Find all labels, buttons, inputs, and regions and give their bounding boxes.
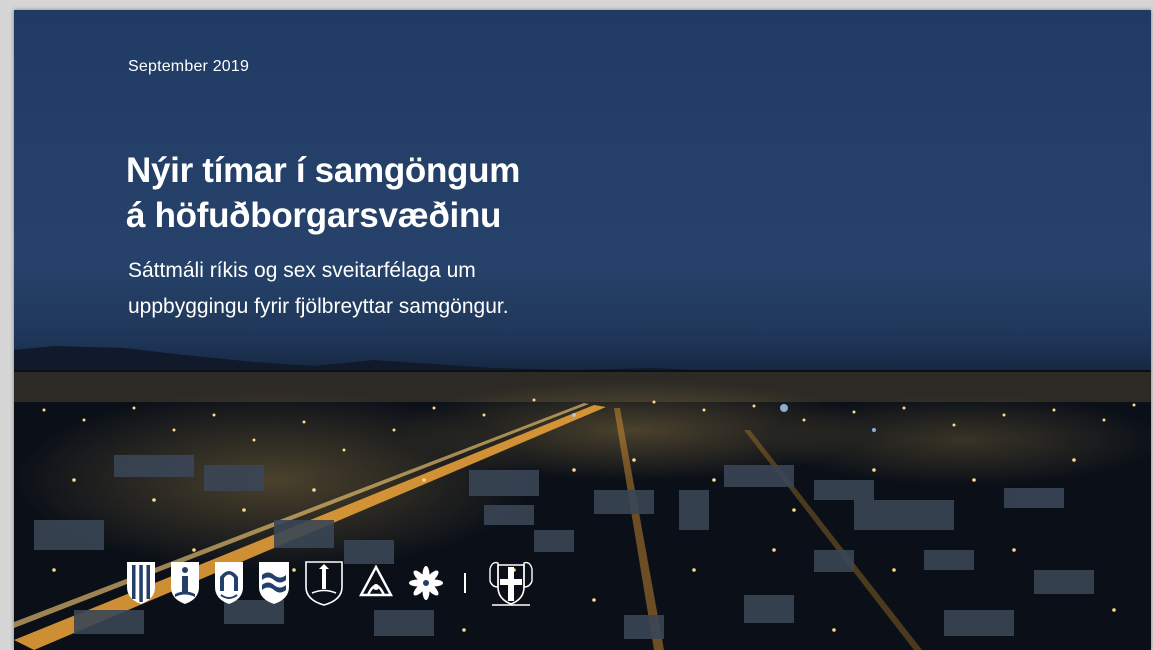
municipal-crest-3-icon — [214, 561, 244, 605]
municipal-crest-1-icon — [126, 561, 156, 605]
municipality-logos — [126, 558, 550, 608]
subtitle-line-2: uppbyggingu fyrir fjölbreyttar samgöngur… — [128, 295, 509, 318]
municipal-crest-2-icon — [170, 561, 200, 605]
subtitle: Sáttmáli ríkis og sex sveitarfélaga um u… — [128, 253, 509, 325]
municipal-crest-6-icon — [358, 563, 394, 603]
logo-divider — [464, 573, 466, 593]
city-night-photo — [14, 346, 1151, 650]
municipal-crest-7-icon — [408, 563, 444, 603]
municipal-crest-4-icon — [258, 561, 290, 605]
title-line-1: Nýir tímar í samgöngum — [126, 151, 521, 190]
title-line-2: á höfuðborgarsvæðinu — [126, 196, 502, 235]
cover-slide: September 2019 Nýir tímar í samgöngum á … — [14, 10, 1151, 650]
subtitle-line-1: Sáttmáli ríkis og sex sveitarfélaga um — [128, 259, 476, 282]
iceland-coat-of-arms-icon — [486, 557, 536, 609]
page-title: Nýir tímar í samgöngum á höfuðborgarsvæð… — [126, 148, 520, 238]
publication-date: September 2019 — [128, 58, 250, 75]
municipal-crest-5-icon — [304, 560, 344, 606]
